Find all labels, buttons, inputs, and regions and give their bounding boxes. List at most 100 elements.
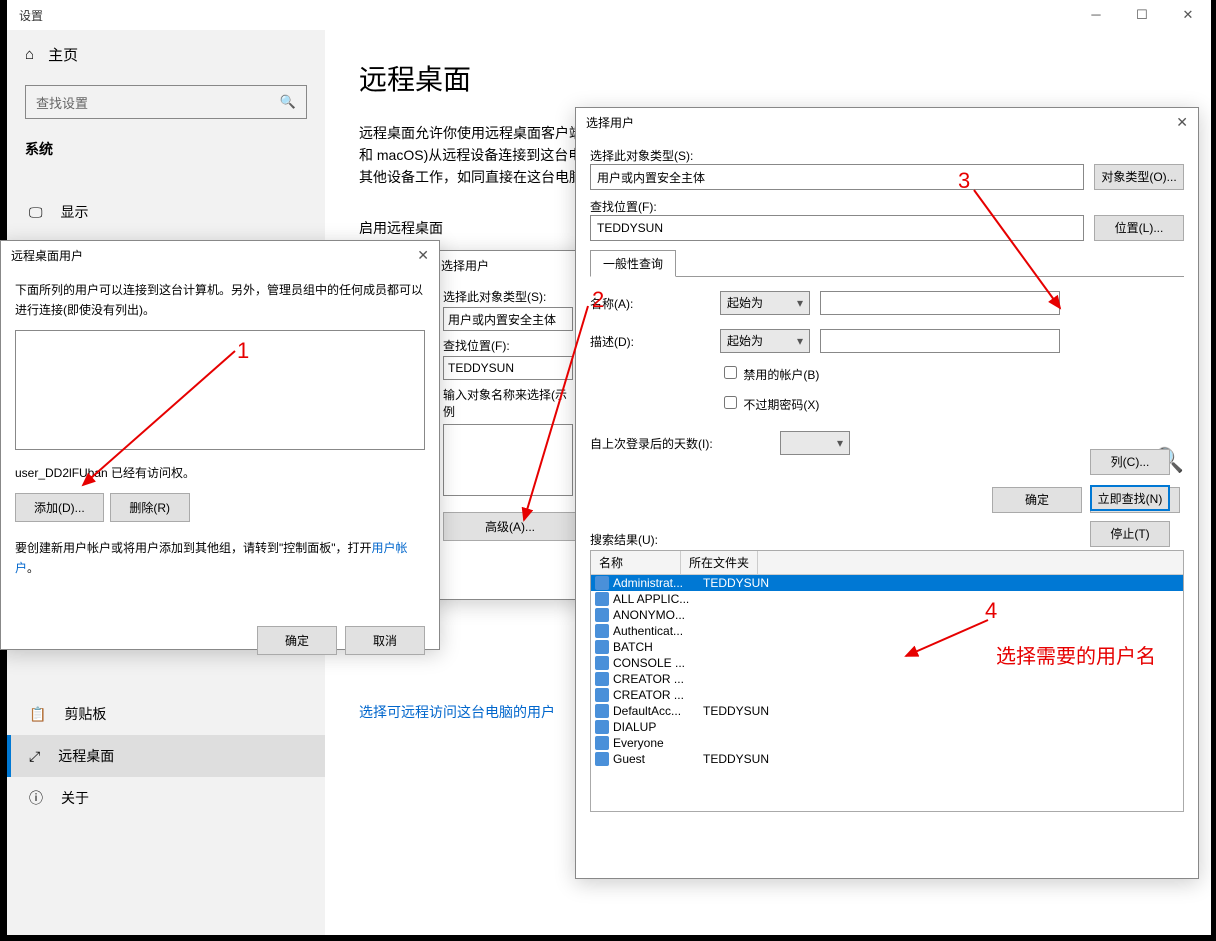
location-field[interactable] — [443, 356, 573, 380]
table-row[interactable]: ALL APPLIC... — [591, 591, 1183, 607]
window-title: 设置 — [19, 7, 43, 24]
table-row[interactable]: Guest TEDDYSUN — [591, 751, 1183, 767]
search-input[interactable]: 查找设置 🔍 — [25, 85, 307, 119]
cell-name: Authenticat... — [613, 624, 699, 638]
location-field[interactable] — [590, 215, 1084, 241]
user-icon — [595, 608, 609, 622]
delete-button[interactable]: 删除(R) — [110, 493, 190, 522]
col-name[interactable]: 名称 — [591, 551, 681, 574]
table-row[interactable]: Administrat... TEDDYSUN — [591, 575, 1183, 591]
user-icon — [595, 672, 609, 686]
table-row[interactable]: Everyone — [591, 735, 1183, 751]
category-label: 系统 — [25, 139, 307, 159]
col-folder[interactable]: 所在文件夹 — [681, 551, 758, 574]
home-icon: ⌂ — [25, 46, 34, 63]
tab-general-query[interactable]: 一般性查询 — [590, 250, 676, 277]
find-now-button[interactable]: 立即查找(N) — [1090, 485, 1170, 511]
name-input[interactable] — [820, 291, 1060, 315]
user-icon — [595, 688, 609, 702]
cell-name: Guest — [613, 752, 699, 766]
cell-name: ANONYMO... — [613, 608, 699, 622]
select-users-dialog-partial: 选择用户 选择此对象类型(S): 查找位置(F): 输入对象名称来选择(示例 高… — [430, 250, 590, 600]
cell-folder: TEDDYSUN — [703, 752, 769, 766]
user-icon — [595, 592, 609, 606]
remote-icon: ⤢ — [29, 748, 40, 765]
close-button[interactable]: ✕ — [1165, 0, 1211, 30]
info-icon: ⓘ — [29, 788, 43, 808]
table-row[interactable]: CREATOR ... — [591, 671, 1183, 687]
stop-button[interactable]: 停止(T) — [1090, 521, 1170, 547]
cell-name: CONSOLE ... — [613, 656, 699, 670]
select-users-advanced-dialog: 选择用户 ✕ 选择此对象类型(S): 对象类型(O)... 查找位置(F): 位… — [575, 107, 1199, 879]
ok-button[interactable]: 确定 — [257, 626, 337, 655]
cancel-button[interactable]: 取消 — [345, 626, 425, 655]
annotation-3: 3 — [958, 168, 970, 194]
name-match-dropdown[interactable]: 起始为 — [720, 291, 810, 315]
minimize-button[interactable]: ─ — [1073, 0, 1119, 30]
dialog-desc: 下面所列的用户可以连接到这台计算机。另外，管理员组中的任何成员都可以进行连接(即… — [15, 280, 425, 320]
cell-folder: TEDDYSUN — [703, 576, 769, 590]
user-icon — [595, 752, 609, 766]
footer-text: 要创建新用户帐户或将用户添加到其他组，请转到"控制面板"，打开用户帐户。 — [15, 538, 425, 578]
cell-name: BATCH — [613, 640, 699, 654]
table-row[interactable]: DIALUP — [591, 719, 1183, 735]
object-type-field[interactable] — [590, 164, 1084, 190]
cell-name: Administrat... — [613, 576, 699, 590]
columns-button[interactable]: 列(C)... — [1090, 449, 1170, 475]
user-icon — [595, 576, 609, 590]
user-icon — [595, 624, 609, 638]
user-icon — [595, 736, 609, 750]
disabled-accounts-check[interactable]: 禁用的帐户(B) — [720, 363, 1184, 383]
names-label: 输入对象名称来选择(示例 — [443, 386, 577, 420]
home-label: 主页 — [48, 44, 78, 65]
add-button[interactable]: 添加(D)... — [15, 493, 104, 522]
no-expire-check[interactable]: 不过期密码(X) — [720, 393, 1184, 413]
nav-clipboard[interactable]: 📋 剪贴板 — [7, 693, 325, 735]
maximize-button[interactable]: ☐ — [1119, 0, 1165, 30]
desc-input[interactable] — [820, 329, 1060, 353]
advanced-button[interactable]: 高级(A)... — [443, 512, 577, 541]
object-type-label: 选择此对象类型(S): — [443, 288, 577, 305]
user-icon — [595, 704, 609, 718]
nav-label: 远程桌面 — [58, 746, 114, 766]
object-type-field[interactable] — [443, 307, 573, 331]
locations-button[interactable]: 位置(L)... — [1094, 215, 1184, 241]
days-dropdown[interactable] — [780, 431, 850, 455]
search-placeholder: 查找设置 — [36, 93, 88, 112]
home-link[interactable]: ⌂ 主页 — [25, 44, 307, 65]
nav-label: 显示 — [61, 202, 89, 222]
ok-button[interactable]: 确定 — [992, 487, 1082, 513]
days-label: 自上次登录后的天数(I): — [590, 435, 770, 452]
page-title: 远程桌面 — [359, 58, 1177, 98]
names-textarea[interactable] — [443, 424, 573, 496]
close-icon[interactable]: ✕ — [1176, 114, 1188, 131]
annotation-2: 2 — [592, 287, 604, 313]
table-row[interactable]: ANONYMO... — [591, 607, 1183, 623]
nav-about[interactable]: ⓘ 关于 — [7, 777, 325, 819]
cell-name: CREATOR ... — [613, 688, 699, 702]
desc-match-dropdown[interactable]: 起始为 — [720, 329, 810, 353]
results-table[interactable]: 名称 所在文件夹 Administrat...TEDDYSUNALL APPLI… — [590, 550, 1184, 812]
close-icon[interactable]: ✕ — [417, 247, 429, 264]
dialog-title: 选择用户 — [586, 114, 634, 131]
clipboard-icon: 📋 — [29, 706, 46, 723]
object-type-label: 选择此对象类型(S): — [590, 147, 1184, 164]
nav-display[interactable]: 🖵 显示 — [7, 191, 325, 233]
table-row[interactable]: DefaultAcc... TEDDYSUN — [591, 703, 1183, 719]
name-label: 名称(A): — [590, 295, 710, 312]
annotation-1: 1 — [237, 338, 249, 364]
nav-remote-desktop[interactable]: ⤢ 远程桌面 — [7, 735, 325, 777]
users-listbox[interactable] — [15, 330, 425, 450]
annotation-4: 4 — [985, 598, 997, 624]
object-types-button[interactable]: 对象类型(O)... — [1094, 164, 1184, 190]
cell-name: DefaultAcc... — [613, 704, 699, 718]
table-row[interactable]: Authenticat... — [591, 623, 1183, 639]
access-note: user_DD2lFUban 已经有访问权。 — [15, 464, 425, 481]
titlebar: 设置 ─ ☐ ✕ — [7, 0, 1211, 30]
cell-folder: TEDDYSUN — [703, 704, 769, 718]
cell-name: Everyone — [613, 736, 699, 750]
dialog-title: 远程桌面用户 — [11, 247, 83, 264]
user-icon — [595, 720, 609, 734]
table-row[interactable]: CREATOR ... — [591, 687, 1183, 703]
dialog-title: 选择用户 — [441, 257, 489, 274]
